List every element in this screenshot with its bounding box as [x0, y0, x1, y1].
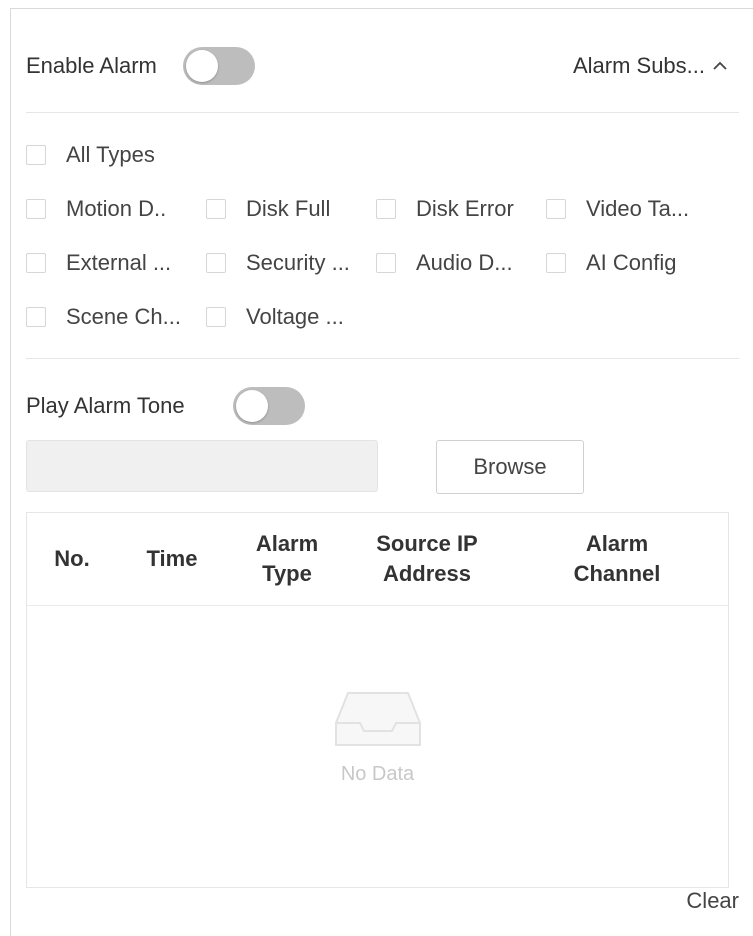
empty-state: No Data [27, 683, 728, 786]
checkbox-label: Disk Error [416, 196, 514, 221]
checkbox-label: All Types [66, 142, 155, 167]
enable-alarm-label: Enable Alarm [26, 53, 157, 78]
column-header-no: No. [27, 544, 117, 574]
type-row: Scene Ch... Voltage ... [26, 290, 743, 344]
checkbox-box [376, 199, 396, 219]
header-line: Address [382, 561, 472, 586]
checkbox-box [546, 199, 566, 219]
play-alarm-tone-row: Play Alarm Tone [26, 384, 305, 428]
checkbox-label: Scene Ch... [66, 304, 181, 329]
checkbox-box [546, 253, 566, 273]
divider [26, 112, 739, 113]
checkbox-box [206, 199, 226, 219]
checkbox-motion-detection[interactable]: Motion D.. [26, 196, 206, 222]
header-line: Source IP [376, 531, 478, 556]
checkbox-disk-error[interactable]: Disk Error [376, 196, 546, 222]
alarm-tone-file-input[interactable] [26, 440, 378, 492]
toggle-knob [185, 50, 218, 82]
header-line: Channel [573, 561, 661, 586]
header-line: Type [262, 561, 312, 586]
checkbox-audio-detection[interactable]: Audio D... [376, 250, 546, 276]
checkbox-scene-change[interactable]: Scene Ch... [26, 304, 206, 330]
checkbox-external[interactable]: External ... [26, 250, 206, 276]
column-header-alarm-type: Alarm Type [227, 529, 347, 589]
type-row: External ... Security ... Audio D... AI … [26, 236, 743, 290]
toggle-knob [235, 390, 268, 422]
header-line: Time [146, 546, 198, 571]
alarm-subscribe-label: Alarm Subs... [572, 53, 705, 78]
checkbox-label: Disk Full [246, 196, 331, 221]
enable-alarm-row: Enable Alarm Alarm Subs... [26, 44, 743, 88]
checkbox-box [26, 253, 46, 273]
checkbox-label: Security ... [246, 250, 350, 275]
chevron-up-icon [713, 61, 727, 70]
header-line: No. [54, 546, 90, 571]
checkbox-label: Video Ta... [586, 196, 690, 221]
header-line: Alarm [255, 531, 319, 556]
play-alarm-tone-label: Play Alarm Tone [26, 393, 185, 418]
checkbox-box [206, 253, 226, 273]
checkbox-box [376, 253, 396, 273]
checkbox-voltage[interactable]: Voltage ... [206, 304, 376, 330]
checkbox-box [206, 307, 226, 327]
enable-alarm-toggle[interactable] [182, 47, 255, 85]
checkbox-disk-full[interactable]: Disk Full [206, 196, 376, 222]
checkbox-label: External ... [66, 250, 172, 275]
checkbox-video-tampering[interactable]: Video Ta... [546, 196, 716, 222]
column-header-time: Time [117, 544, 227, 574]
checkbox-box [26, 307, 46, 327]
column-header-source-ip: Source IP Address [347, 529, 507, 589]
clear-button[interactable]: Clear [686, 888, 739, 914]
checkbox-label: Audio D... [416, 250, 513, 275]
checkbox-security[interactable]: Security ... [206, 250, 376, 276]
alarm-table: No. Time Alarm Type Source IP Address Al… [26, 512, 729, 888]
inbox-icon [334, 692, 421, 746]
checkbox-label: AI Config [586, 250, 677, 275]
checkbox-label: Voltage ... [246, 304, 344, 329]
browse-button[interactable]: Browse [436, 440, 584, 494]
play-alarm-tone-toggle[interactable] [232, 387, 305, 425]
column-header-alarm-channel: Alarm Channel [507, 529, 727, 589]
type-row: All Types [26, 128, 743, 182]
checkbox-box [26, 145, 46, 165]
empty-text: No Data [340, 763, 415, 785]
checkbox-label: Motion D.. [66, 196, 167, 221]
type-row: Motion D.. Disk Full Disk Error Video Ta… [26, 182, 743, 236]
checkbox-box [26, 199, 46, 219]
alarm-subscribe-dropdown[interactable]: Alarm Subs... [573, 53, 729, 79]
alarm-type-list: All Types Motion D.. Disk Full Disk Erro… [26, 128, 743, 344]
header-line: Alarm [585, 531, 649, 556]
checkbox-all-types[interactable]: All Types [26, 142, 155, 168]
divider [26, 358, 739, 359]
table-header: No. Time Alarm Type Source IP Address Al… [27, 513, 728, 606]
checkbox-ai-config[interactable]: AI Config [546, 250, 716, 276]
